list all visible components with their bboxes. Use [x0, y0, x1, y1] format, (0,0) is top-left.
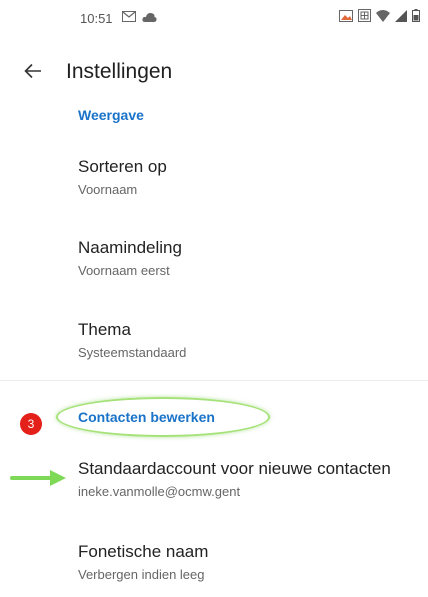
status-left-icons — [122, 11, 157, 25]
app-bar: Instellingen — [0, 52, 428, 96]
pref-theme[interactable]: Thema Systeemstandaard — [78, 319, 418, 362]
signal-icon — [395, 9, 407, 27]
back-button[interactable] — [18, 58, 48, 88]
pref-summary: Verbergen indien leeg — [78, 567, 205, 582]
section-header-display: Weergave — [78, 107, 144, 123]
battery-icon — [412, 9, 420, 27]
gmail-icon — [122, 9, 136, 27]
page-title: Instellingen — [66, 60, 173, 83]
step-badge: 3 — [20, 413, 42, 435]
pref-summary: Systeemstandaard — [78, 345, 187, 360]
sim-icon — [358, 9, 371, 27]
status-time: 10:51 — [80, 11, 113, 26]
arrow-annotation-icon — [10, 468, 68, 488]
pref-title: Standaardaccount voor nieuwe contacten — [78, 459, 391, 478]
pref-phonetic-name[interactable]: Fonetische naam Verbergen indien leeg — [78, 541, 418, 584]
pref-title: Sorteren op — [78, 157, 167, 176]
wifi-icon — [376, 9, 390, 27]
pref-summary: ineke.vanmolle@ocmw.gent — [78, 484, 241, 499]
status-bar: 10:51 — [0, 0, 428, 40]
pref-name-format[interactable]: Naamindeling Voornaam eerst — [78, 237, 418, 280]
section-header-edit-contacts: Contacten bewerken — [78, 409, 215, 425]
arrow-back-icon — [24, 63, 42, 84]
pref-title: Naamindeling — [78, 238, 182, 257]
status-right-icons — [339, 9, 420, 27]
cloud-icon — [142, 9, 157, 27]
pref-default-account[interactable]: Standaardaccount voor nieuwe contacten i… — [78, 458, 418, 501]
image-icon — [339, 9, 353, 27]
pref-title: Fonetische naam — [78, 542, 209, 561]
pref-summary: Voornaam — [78, 182, 138, 197]
section-divider — [0, 380, 428, 381]
pref-title: Thema — [78, 320, 131, 339]
pref-sort-by[interactable]: Sorteren op Voornaam — [78, 156, 418, 199]
pref-summary: Voornaam eerst — [78, 263, 170, 278]
